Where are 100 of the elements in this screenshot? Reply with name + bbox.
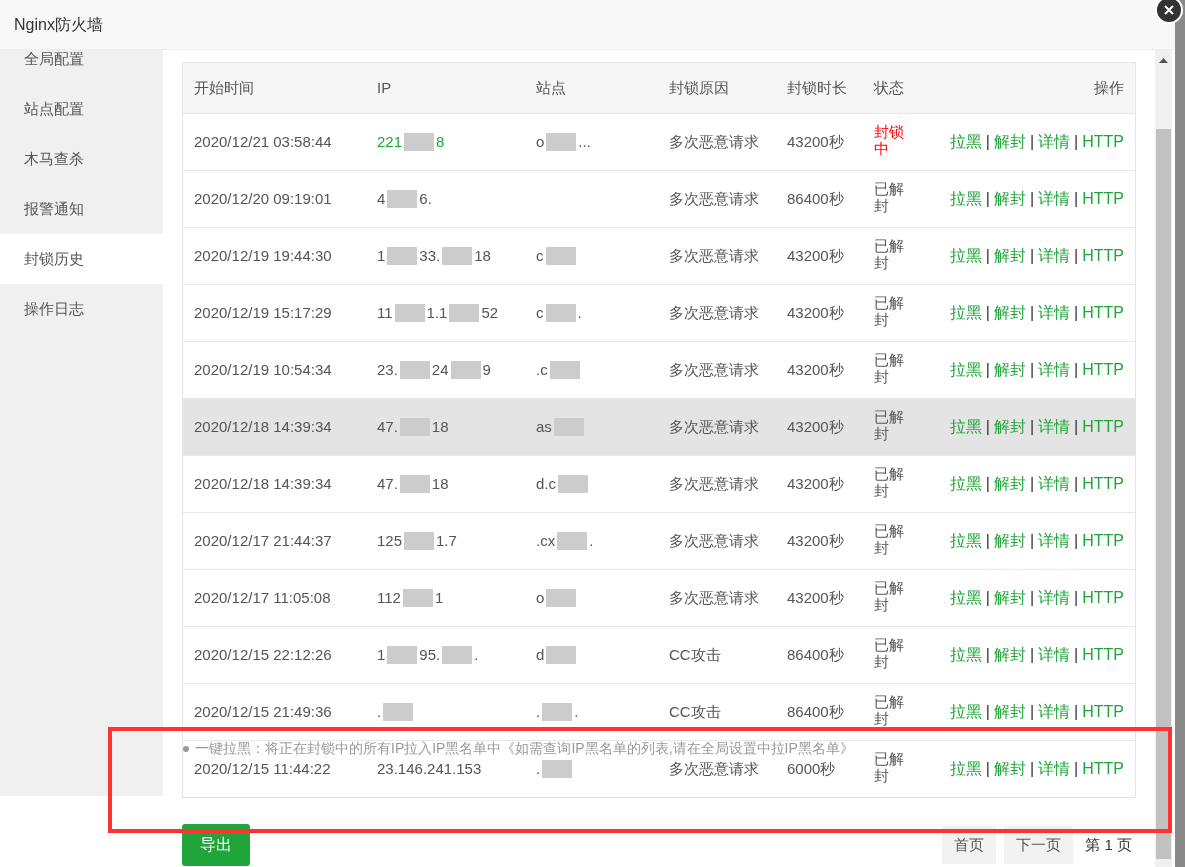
ip-cell-text: 18 xyxy=(474,245,491,266)
ip-cell-text: 47. xyxy=(377,473,398,494)
separator: | xyxy=(1074,417,1079,437)
action-link[interactable]: 解封 xyxy=(993,643,1026,667)
separator: | xyxy=(1074,474,1079,494)
action-link[interactable]: 解封 xyxy=(993,586,1026,610)
separator: | xyxy=(985,189,990,209)
action-link[interactable]: 拉黑 xyxy=(949,301,982,325)
action-link[interactable]: 拉黑 xyxy=(949,757,982,781)
site-cell-text: d xyxy=(536,644,545,665)
action-link[interactable]: 解封 xyxy=(993,301,1026,325)
separator: | xyxy=(1074,132,1079,152)
action-link[interactable]: 详情 xyxy=(1038,700,1071,724)
site-cell-text: . xyxy=(577,302,582,323)
separator: | xyxy=(1074,759,1079,779)
action-link[interactable]: HTTP xyxy=(1082,757,1124,781)
site-cell-text: . xyxy=(536,758,541,779)
action-link[interactable]: 拉黑 xyxy=(949,130,982,154)
separator: | xyxy=(1029,246,1035,266)
action-link[interactable]: 详情 xyxy=(1038,586,1071,610)
sidebar-item[interactable]: 封锁历史 xyxy=(0,234,163,284)
status-cell-text: 已解封 xyxy=(874,408,905,443)
time-cell: 2020/12/18 14:39:34 xyxy=(194,417,332,435)
action-link[interactable]: 详情 xyxy=(1038,130,1071,154)
column-header: 封锁原因 xyxy=(669,78,729,96)
site-cell-text: .c xyxy=(536,359,548,380)
action-link[interactable]: HTTP xyxy=(1082,643,1124,667)
action-link[interactable]: 拉黑 xyxy=(949,529,982,553)
ip-cell-text: 23. xyxy=(377,359,398,380)
column-header: 状态 xyxy=(874,78,904,96)
action-link[interactable]: HTTP xyxy=(1082,130,1124,154)
separator: | xyxy=(1074,360,1079,380)
site-cell-text: . xyxy=(589,530,594,551)
site-cell-text: d.c xyxy=(536,473,556,494)
action-link[interactable]: 拉黑 xyxy=(949,643,982,667)
action-link[interactable]: HTTP xyxy=(1082,700,1124,724)
separator: | xyxy=(1074,189,1079,209)
action-link[interactable]: HTTP xyxy=(1082,301,1124,325)
time-cell: 2020/12/18 14:39:34 xyxy=(194,474,332,492)
export-button[interactable]: 导出 xyxy=(182,824,250,866)
separator: | xyxy=(1074,588,1079,608)
action-link[interactable]: 拉黑 xyxy=(949,358,982,382)
action-link[interactable]: 解封 xyxy=(993,187,1026,211)
action-link[interactable]: 详情 xyxy=(1038,529,1071,553)
action-link[interactable]: HTTP xyxy=(1082,529,1124,553)
time-cell: 2020/12/17 11:05:08 xyxy=(194,588,331,606)
action-link[interactable]: 详情 xyxy=(1038,301,1071,325)
status-cell-text: 已解封 xyxy=(874,522,905,557)
action-link[interactable]: 解封 xyxy=(993,472,1026,496)
action-link[interactable]: 拉黑 xyxy=(949,187,982,211)
reason-cell: 多次恶意请求 xyxy=(669,588,759,606)
action-link[interactable]: 解封 xyxy=(993,700,1026,724)
action-link[interactable]: 解封 xyxy=(993,415,1026,439)
separator: | xyxy=(985,531,990,551)
action-link[interactable]: 详情 xyxy=(1038,415,1071,439)
reason-cell: 多次恶意请求 xyxy=(669,759,759,777)
separator: | xyxy=(985,303,990,323)
action-link[interactable]: 详情 xyxy=(1038,187,1071,211)
action-link[interactable]: 解封 xyxy=(993,529,1026,553)
column-header: 站点 xyxy=(536,78,566,96)
action-link[interactable]: HTTP xyxy=(1082,472,1124,496)
action-link[interactable]: 拉黑 xyxy=(949,586,982,610)
action-link[interactable]: 详情 xyxy=(1038,757,1071,781)
action-link[interactable]: 解封 xyxy=(993,358,1026,382)
separator: | xyxy=(1029,759,1035,779)
separator: | xyxy=(985,360,990,380)
action-link[interactable]: 详情 xyxy=(1038,244,1071,268)
ip-cell-text: . xyxy=(377,701,382,722)
status-cell-text: 已解封 xyxy=(874,180,905,215)
time-cell: 2020/12/15 22:12:26 xyxy=(194,645,332,663)
action-link[interactable]: 拉黑 xyxy=(949,700,982,724)
site-cell-text: o xyxy=(536,131,545,152)
column-header: 封锁时长 xyxy=(787,78,847,96)
status-cell-text: 已解封 xyxy=(874,294,905,329)
action-link[interactable]: 解封 xyxy=(993,130,1026,154)
reason-cell: 多次恶意请求 xyxy=(669,189,759,207)
action-link[interactable]: 解封 xyxy=(993,757,1026,781)
action-link[interactable]: HTTP xyxy=(1082,586,1124,610)
action-link[interactable]: HTTP xyxy=(1082,415,1124,439)
status-cell-text: 已解封 xyxy=(874,750,905,785)
action-link[interactable]: 详情 xyxy=(1038,472,1071,496)
table-row[interactable]: 2020/12/18 14:39:34 47. 18 as 多次恶意请求 43200秒 已解封 拉黑 | 解封 | 详情 | HTTP xyxy=(183,398,1135,455)
action-link[interactable]: 拉黑 xyxy=(949,244,982,268)
separator: | xyxy=(1074,246,1079,266)
reason-cell: CC攻击 xyxy=(669,702,721,720)
action-link[interactable]: 详情 xyxy=(1038,358,1071,382)
action-link[interactable]: HTTP xyxy=(1082,244,1124,268)
action-link[interactable]: HTTP xyxy=(1082,358,1124,382)
separator: | xyxy=(1074,303,1079,323)
action-link[interactable]: 详情 xyxy=(1038,643,1071,667)
ip-cell-text: 6. xyxy=(419,188,432,209)
time-cell: 2020/12/21 03:58:44 xyxy=(194,132,332,150)
action-link[interactable]: 解封 xyxy=(993,244,1026,268)
time-cell: 2020/12/15 11:44:22 xyxy=(194,759,331,777)
action-link[interactable]: HTTP xyxy=(1082,187,1124,211)
ip-cell-text: 1.7 xyxy=(436,530,457,551)
action-link[interactable]: 拉黑 xyxy=(949,415,982,439)
reason-cell: 多次恶意请求 xyxy=(669,246,759,264)
action-link[interactable]: 拉黑 xyxy=(949,472,982,496)
status-cell-text: 已解封 xyxy=(874,636,905,671)
